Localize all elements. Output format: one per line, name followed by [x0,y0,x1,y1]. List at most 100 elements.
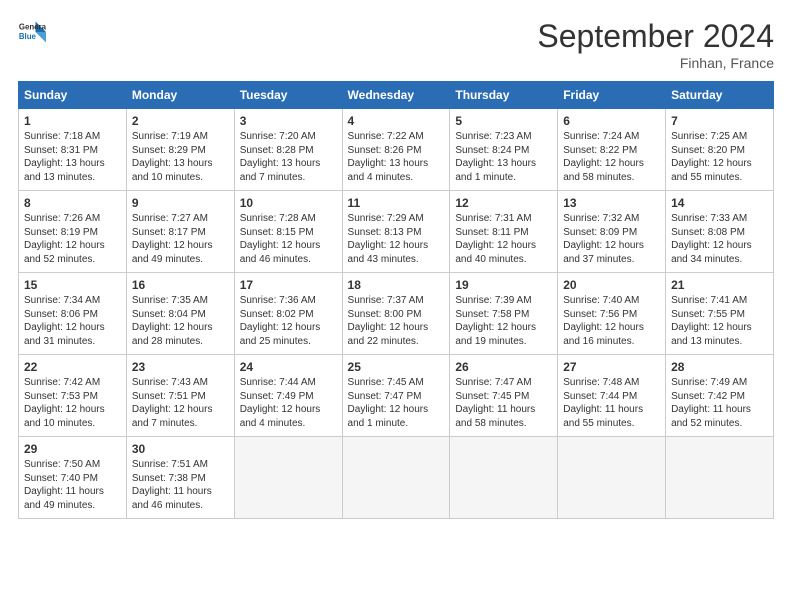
week-row-3: 15Sunrise: 7:34 AMSunset: 8:06 PMDayligh… [19,273,774,355]
day-info: Sunset: 7:38 PM [132,472,229,486]
day-number: 18 [348,277,445,293]
day-header-tuesday: Tuesday [234,82,342,109]
day-info: and 43 minutes. [348,253,445,267]
day-number: 1 [24,113,121,129]
day-info: Sunset: 8:24 PM [455,144,552,158]
week-row-2: 8Sunrise: 7:26 AMSunset: 8:19 PMDaylight… [19,191,774,273]
day-number: 7 [671,113,768,129]
day-info: and 34 minutes. [671,253,768,267]
day-number: 15 [24,277,121,293]
day-number: 3 [240,113,337,129]
day-number: 8 [24,195,121,211]
day-cell: 13Sunrise: 7:32 AMSunset: 8:09 PMDayligh… [558,191,666,273]
day-info: and 1 minute. [348,417,445,431]
day-info: Daylight: 11 hours [24,485,121,499]
day-info: Daylight: 12 hours [24,321,121,335]
day-header-wednesday: Wednesday [342,82,450,109]
day-cell: 2Sunrise: 7:19 AMSunset: 8:29 PMDaylight… [126,109,234,191]
day-number: 25 [348,359,445,375]
day-info: Sunset: 7:55 PM [671,308,768,322]
svg-text:Blue: Blue [19,32,37,41]
day-number: 26 [455,359,552,375]
day-cell: 27Sunrise: 7:48 AMSunset: 7:44 PMDayligh… [558,355,666,437]
calendar-page: General Blue September 2024 Finhan, Fran… [0,0,792,612]
day-info: and 58 minutes. [563,171,660,185]
day-info: Sunset: 7:53 PM [24,390,121,404]
day-info: Sunrise: 7:51 AM [132,458,229,472]
day-number: 14 [671,195,768,211]
day-number: 13 [563,195,660,211]
calendar-table: SundayMondayTuesdayWednesdayThursdayFrid… [18,81,774,519]
day-info: Daylight: 13 hours [348,157,445,171]
day-info: Sunrise: 7:48 AM [563,376,660,390]
day-number: 6 [563,113,660,129]
day-info: and 16 minutes. [563,335,660,349]
day-info: Sunset: 7:40 PM [24,472,121,486]
day-header-friday: Friday [558,82,666,109]
day-number: 21 [671,277,768,293]
day-info: Daylight: 11 hours [563,403,660,417]
day-info: Sunrise: 7:47 AM [455,376,552,390]
svg-text:General: General [19,22,46,31]
day-number: 22 [24,359,121,375]
day-cell: 8Sunrise: 7:26 AMSunset: 8:19 PMDaylight… [19,191,127,273]
day-info: Sunrise: 7:29 AM [348,212,445,226]
day-number: 4 [348,113,445,129]
day-number: 29 [24,441,121,457]
day-info: Sunset: 7:51 PM [132,390,229,404]
day-info: Sunrise: 7:40 AM [563,294,660,308]
day-info: Sunset: 8:29 PM [132,144,229,158]
day-cell: 1Sunrise: 7:18 AMSunset: 8:31 PMDaylight… [19,109,127,191]
day-info: Sunrise: 7:44 AM [240,376,337,390]
day-info: Sunrise: 7:27 AM [132,212,229,226]
day-info: Daylight: 12 hours [671,157,768,171]
day-header-thursday: Thursday [450,82,558,109]
day-number: 27 [563,359,660,375]
day-info: Sunrise: 7:36 AM [240,294,337,308]
day-cell: 11Sunrise: 7:29 AMSunset: 8:13 PMDayligh… [342,191,450,273]
week-row-5: 29Sunrise: 7:50 AMSunset: 7:40 PMDayligh… [19,437,774,519]
week-row-1: 1Sunrise: 7:18 AMSunset: 8:31 PMDaylight… [19,109,774,191]
day-info: Daylight: 11 hours [132,485,229,499]
day-info: and 7 minutes. [132,417,229,431]
day-info: Daylight: 12 hours [348,239,445,253]
day-info: Daylight: 12 hours [563,321,660,335]
day-info: and 10 minutes. [24,417,121,431]
day-info: and 1 minute. [455,171,552,185]
day-info: and 7 minutes. [240,171,337,185]
day-info: Daylight: 12 hours [240,239,337,253]
day-info: and 52 minutes. [24,253,121,267]
day-info: Daylight: 12 hours [132,321,229,335]
day-info: Sunrise: 7:19 AM [132,130,229,144]
day-number: 12 [455,195,552,211]
day-cell: 22Sunrise: 7:42 AMSunset: 7:53 PMDayligh… [19,355,127,437]
day-cell: 25Sunrise: 7:45 AMSunset: 7:47 PMDayligh… [342,355,450,437]
day-info: Sunrise: 7:20 AM [240,130,337,144]
day-number: 28 [671,359,768,375]
day-info: and 4 minutes. [348,171,445,185]
day-info: and 19 minutes. [455,335,552,349]
day-info: Sunrise: 7:50 AM [24,458,121,472]
day-info: Sunrise: 7:23 AM [455,130,552,144]
day-info: Sunset: 7:47 PM [348,390,445,404]
day-info: Sunset: 7:42 PM [671,390,768,404]
day-info: Sunrise: 7:43 AM [132,376,229,390]
day-number: 10 [240,195,337,211]
logo-icon: General Blue [18,18,46,46]
day-info: Sunrise: 7:49 AM [671,376,768,390]
page-header: General Blue September 2024 Finhan, Fran… [18,18,774,71]
day-info: Daylight: 12 hours [671,321,768,335]
day-cell: 3Sunrise: 7:20 AMSunset: 8:28 PMDaylight… [234,109,342,191]
location: Finhan, France [537,55,774,71]
day-info: Sunrise: 7:18 AM [24,130,121,144]
day-info: Sunset: 8:20 PM [671,144,768,158]
day-info: Sunset: 7:56 PM [563,308,660,322]
day-header-saturday: Saturday [666,82,774,109]
day-info: Daylight: 13 hours [24,157,121,171]
day-info: and 49 minutes. [24,499,121,513]
day-info: and 40 minutes. [455,253,552,267]
day-cell: 5Sunrise: 7:23 AMSunset: 8:24 PMDaylight… [450,109,558,191]
day-number: 5 [455,113,552,129]
day-cell: 18Sunrise: 7:37 AMSunset: 8:00 PMDayligh… [342,273,450,355]
day-info: Daylight: 12 hours [455,321,552,335]
